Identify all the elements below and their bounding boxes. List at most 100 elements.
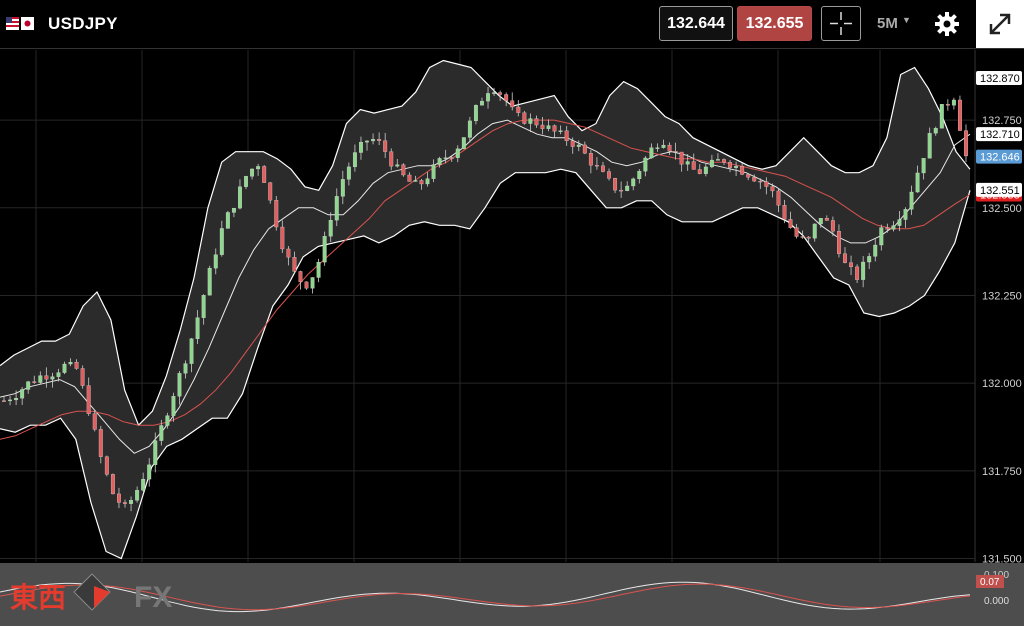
candle-body: [159, 425, 164, 441]
candle-body: [389, 151, 394, 167]
candle-body: [377, 139, 382, 141]
candle-body: [576, 144, 581, 147]
buy-price-button[interactable]: 132.655: [737, 6, 812, 41]
candle-body: [800, 236, 805, 238]
candle-body: [443, 157, 448, 159]
candle-body: [637, 171, 642, 180]
candle-body: [758, 180, 763, 183]
candle-body: [522, 112, 527, 124]
candle-body: [292, 257, 297, 272]
candle-body: [661, 144, 666, 148]
candle-body: [552, 125, 557, 132]
candle-body: [601, 165, 605, 172]
candle-body: [498, 92, 503, 95]
axis-tick-label: 131.750: [982, 466, 1022, 478]
candle-body: [516, 106, 521, 113]
crosshair-button[interactable]: [821, 6, 861, 41]
candle-body: [667, 144, 672, 152]
axis-tick-label: 132.000: [982, 378, 1022, 390]
candle-body: [328, 219, 333, 237]
candle-body: [909, 191, 914, 210]
candle-body: [891, 225, 896, 230]
candle-body: [455, 148, 460, 158]
timeframe-dropdown[interactable]: 5M ▼: [877, 15, 911, 32]
candle-body: [504, 94, 509, 101]
osc-label-zero: 0.000: [984, 596, 1009, 607]
symbol-label[interactable]: USDJPY: [48, 14, 118, 34]
candle-body: [957, 99, 962, 131]
candle-body: [746, 174, 751, 178]
candle-body: [310, 277, 315, 289]
candle-body: [879, 227, 884, 246]
candle-body: [365, 140, 369, 143]
candle-body: [897, 219, 902, 226]
candle-body: [939, 104, 944, 129]
candle-body: [104, 456, 109, 475]
candle-body: [74, 361, 79, 369]
gear-icon[interactable]: [931, 8, 963, 40]
candle-body: [467, 120, 472, 138]
candle-body: [776, 190, 781, 206]
candle-body: [110, 474, 115, 495]
candle-body: [213, 254, 218, 269]
candle-body: [359, 141, 363, 153]
candle-body: [867, 256, 872, 263]
candle-body: [92, 413, 97, 430]
candle-body: [201, 295, 206, 318]
price-axis: 132.750132.500132.250132.000131.750131.5…: [974, 50, 1022, 565]
candle-body: [238, 186, 242, 209]
candle-body: [619, 189, 624, 192]
price-chart[interactable]: 132.750132.500132.250132.000131.750131.5…: [0, 49, 1024, 626]
candle-body: [141, 478, 146, 491]
candle-body: [861, 261, 866, 280]
candle-body: [933, 128, 938, 134]
candle-body: [286, 248, 291, 258]
candle-body: [752, 177, 757, 182]
candle-body: [262, 166, 267, 183]
candle-body: [782, 205, 787, 220]
candle-body: [709, 159, 714, 168]
candle-body: [903, 209, 908, 220]
candle-body: [268, 182, 273, 201]
bollinger-band-area: [0, 60, 970, 559]
candle-body: [951, 99, 956, 106]
candle-body: [715, 159, 720, 161]
candle-body: [461, 137, 466, 149]
expand-icon: [989, 13, 1011, 35]
svg-text:東西: 東西: [10, 582, 66, 613]
candle-body: [26, 381, 31, 390]
sell-price-button[interactable]: 132.644: [659, 6, 733, 41]
osc-value-label: 0.07: [980, 577, 1000, 588]
candle-body: [413, 180, 418, 182]
candle-body: [607, 171, 611, 179]
candle-body: [129, 500, 134, 504]
candle-body: [304, 281, 309, 289]
candle-body: [528, 118, 533, 124]
candle-body: [824, 218, 829, 221]
candle-body: [316, 261, 321, 278]
candle-body: [473, 105, 478, 122]
candle-body: [643, 157, 648, 172]
fullscreen-button[interactable]: [976, 0, 1024, 48]
candle-body: [649, 147, 654, 159]
candle-body: [631, 178, 636, 187]
candle-body: [219, 228, 224, 255]
candle-body: [722, 159, 726, 163]
crosshair-icon: [830, 12, 852, 35]
candle-body: [135, 490, 140, 501]
candle-body: [153, 440, 158, 465]
candle-body: [80, 368, 85, 386]
candle-body: [352, 152, 357, 168]
candle-body: [123, 502, 127, 504]
candle-body: [570, 140, 575, 147]
lower-band-price-label: 132.551: [980, 185, 1020, 197]
candle-body: [655, 147, 660, 149]
toolbar: USDJPY 132.644 132.655 5M ▼: [0, 0, 1024, 49]
candle-body: [250, 168, 255, 177]
candle-body: [183, 363, 188, 374]
candle-body: [431, 164, 436, 179]
candle-body: [298, 271, 303, 283]
candle-body: [679, 151, 684, 165]
candle-body: [195, 317, 200, 339]
candle-body: [244, 176, 248, 187]
